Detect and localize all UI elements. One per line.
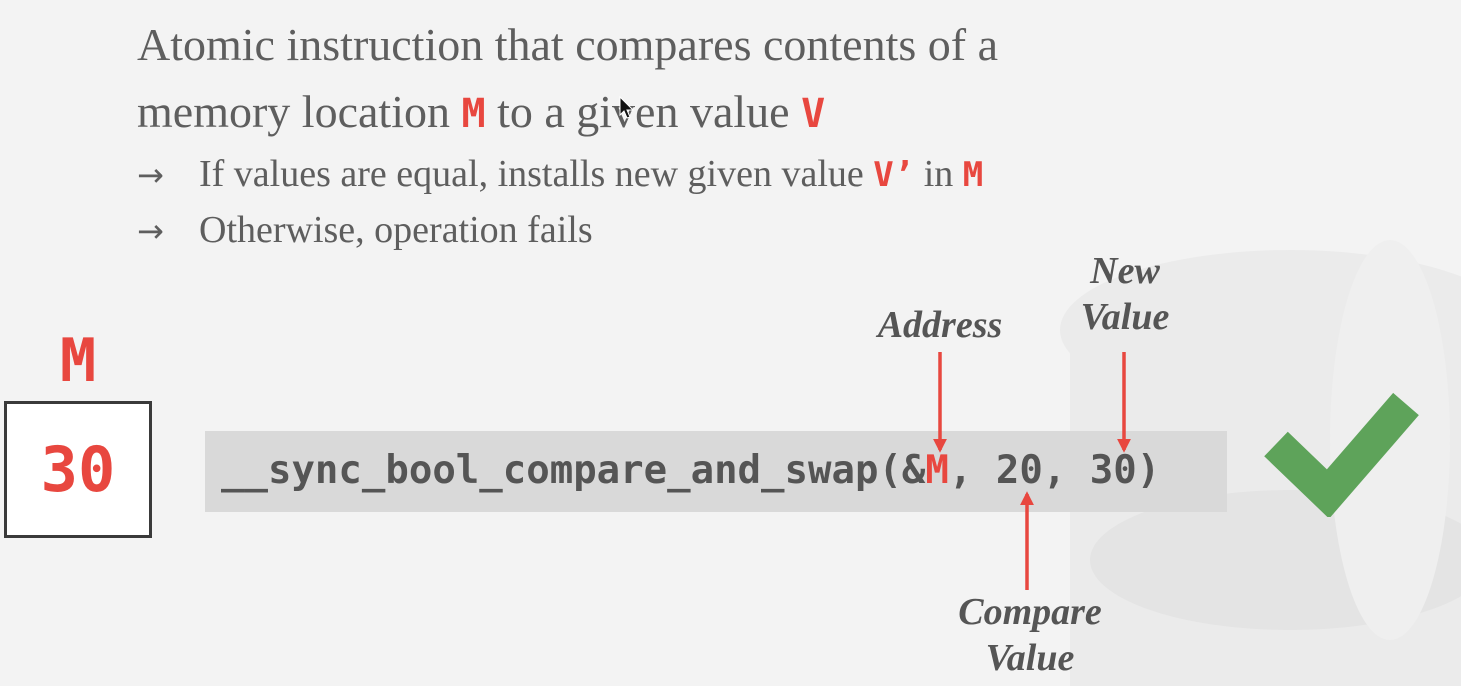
- checkmark-icon: [1264, 392, 1419, 517]
- annotation-new-value-line-2: Value: [1080, 296, 1170, 338]
- bullet-line-2-prefix: memory location: [137, 86, 462, 137]
- memory-symbol-m-2: M: [962, 155, 984, 195]
- mouse-cursor-icon: [619, 96, 635, 119]
- memory-cell: 30: [4, 401, 152, 538]
- right-arrow-icon: →: [137, 156, 164, 194]
- right-arrow-icon-2: →: [137, 212, 164, 250]
- annotation-new-value-line-1: New: [1090, 250, 1160, 292]
- value-symbol-v: V: [801, 91, 826, 137]
- annotation-compare-value-line-1: Compare: [958, 591, 1102, 633]
- memory-value: 30: [40, 433, 116, 506]
- new-value-symbol: V’: [873, 155, 915, 195]
- sub-bullet-fail-text: Otherwise, operation fails: [199, 209, 593, 251]
- memory-symbol-m: M: [461, 91, 486, 137]
- bullet-line-1: Atomic instruction that compares content…: [137, 18, 998, 71]
- annotation-compare-value: Compare Value: [930, 589, 1130, 681]
- bullet-line-1-text: Atomic instruction that compares content…: [137, 19, 998, 70]
- sub-bullet-equal-middle: in: [914, 153, 963, 195]
- code-line: __sync_bool_compare_and_swap(&M, 20, 30): [221, 446, 1160, 496]
- annotation-compare-value-line-2: Value: [985, 637, 1075, 679]
- sub-bullet-equal-prefix: If values are equal, installs new given …: [199, 153, 874, 195]
- sub-bullet-fail: → Otherwise, operation fails: [137, 208, 593, 252]
- annotation-address: Address: [877, 304, 1003, 346]
- code-suffix: , 20, 30): [948, 448, 1161, 493]
- annotation-new-value: New Value: [1055, 248, 1195, 340]
- sub-bullet-equal: → If values are equal, installs new given…: [137, 152, 983, 196]
- code-address: M: [925, 448, 949, 493]
- bullet-line-2-middle: to a given value: [485, 86, 802, 137]
- code-prefix: __sync_bool_compare_and_swap(&: [221, 448, 926, 493]
- memory-label: M: [59, 326, 97, 396]
- bullet-line-2: memory location M to a given value V: [137, 85, 825, 138]
